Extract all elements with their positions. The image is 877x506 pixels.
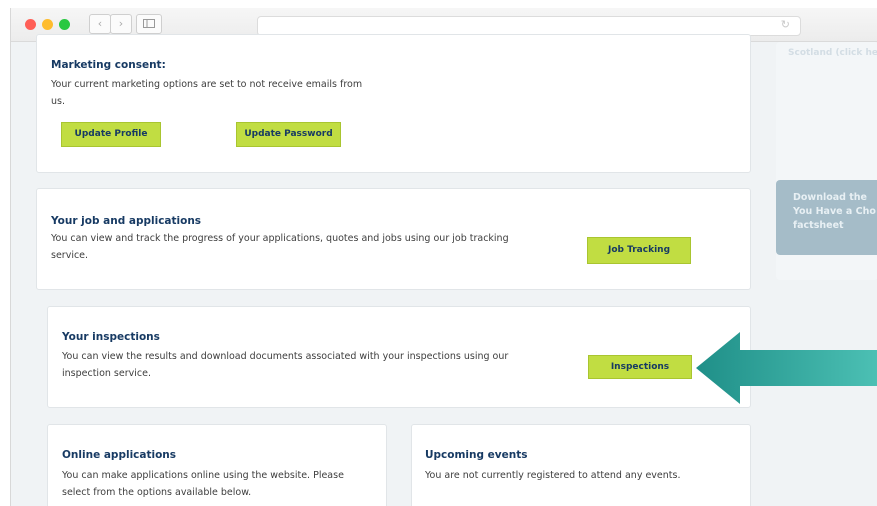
marketing-text-line-2: us. bbox=[51, 96, 65, 107]
online-applications-card: Online applications You can make applica… bbox=[47, 424, 387, 506]
inspections-text: You can view the results and download do… bbox=[62, 348, 562, 382]
right-sidebar: Scotland (click he Download the You Have… bbox=[776, 42, 877, 280]
job-text-line-1: You can view and track the progress of y… bbox=[51, 233, 509, 244]
marketing-consent-title: Marketing consent: bbox=[51, 59, 166, 71]
download-factsheet-promo[interactable]: Download the You Have a Cho factsheet bbox=[776, 180, 877, 255]
online-text-line-1: You can make applications online using t… bbox=[62, 470, 344, 481]
close-window-button[interactable] bbox=[25, 19, 36, 30]
upcoming-events-text: You are not currently registered to atte… bbox=[425, 470, 681, 481]
chevron-left-icon: ‹ bbox=[97, 17, 103, 30]
sidebar-icon bbox=[143, 19, 155, 28]
inspections-title: Your inspections bbox=[62, 331, 160, 343]
online-applications-title: Online applications bbox=[62, 449, 177, 461]
download-line-3: factsheet bbox=[793, 220, 844, 231]
job-applications-text: You can view and track the progress of y… bbox=[51, 230, 571, 264]
arrow-left-icon bbox=[696, 332, 877, 404]
reload-icon[interactable]: ↻ bbox=[781, 18, 790, 31]
marketing-text-line-1: Your current marketing options are set t… bbox=[51, 79, 363, 90]
upcoming-events-card: Upcoming events You are not currently re… bbox=[411, 424, 751, 506]
inspections-text-line-1: You can view the results and download do… bbox=[62, 351, 509, 362]
sidebar-toggle-button[interactable] bbox=[136, 14, 162, 34]
inspections-text-line-2: inspection service. bbox=[62, 368, 151, 379]
upcoming-events-title: Upcoming events bbox=[425, 449, 528, 461]
job-applications-card: Your job and applications You can view a… bbox=[36, 188, 751, 290]
back-button[interactable]: ‹ bbox=[89, 14, 111, 34]
maximize-window-button[interactable] bbox=[59, 19, 70, 30]
forward-button[interactable]: › bbox=[110, 14, 132, 34]
address-bar[interactable]: ↻ bbox=[257, 16, 801, 36]
minimize-window-button[interactable] bbox=[42, 19, 53, 30]
marketing-consent-text: Your current marketing options are set t… bbox=[51, 76, 411, 110]
online-text-line-2: select from the options available below. bbox=[62, 487, 252, 498]
update-password-button[interactable]: Update Password bbox=[236, 122, 341, 147]
inspections-card: Your inspections You can view the result… bbox=[47, 306, 751, 408]
sidebar-top-text: Scotland (click he bbox=[788, 48, 877, 58]
browser-window: ‹ › ↻ Marketing consent: Your current ma… bbox=[10, 8, 877, 506]
job-applications-title: Your job and applications bbox=[51, 215, 202, 227]
download-line-1: Download the bbox=[793, 192, 868, 203]
download-line-2: You Have a Cho bbox=[793, 206, 876, 217]
job-text-line-2: service. bbox=[51, 250, 89, 261]
inspections-button[interactable]: Inspections bbox=[588, 355, 692, 379]
update-profile-button[interactable]: Update Profile bbox=[61, 122, 161, 147]
job-tracking-button[interactable]: Job Tracking bbox=[587, 237, 691, 264]
chevron-right-icon: › bbox=[118, 17, 124, 30]
online-applications-text: You can make applications online using t… bbox=[62, 467, 382, 501]
marketing-consent-card: Marketing consent: Your current marketin… bbox=[36, 34, 751, 173]
